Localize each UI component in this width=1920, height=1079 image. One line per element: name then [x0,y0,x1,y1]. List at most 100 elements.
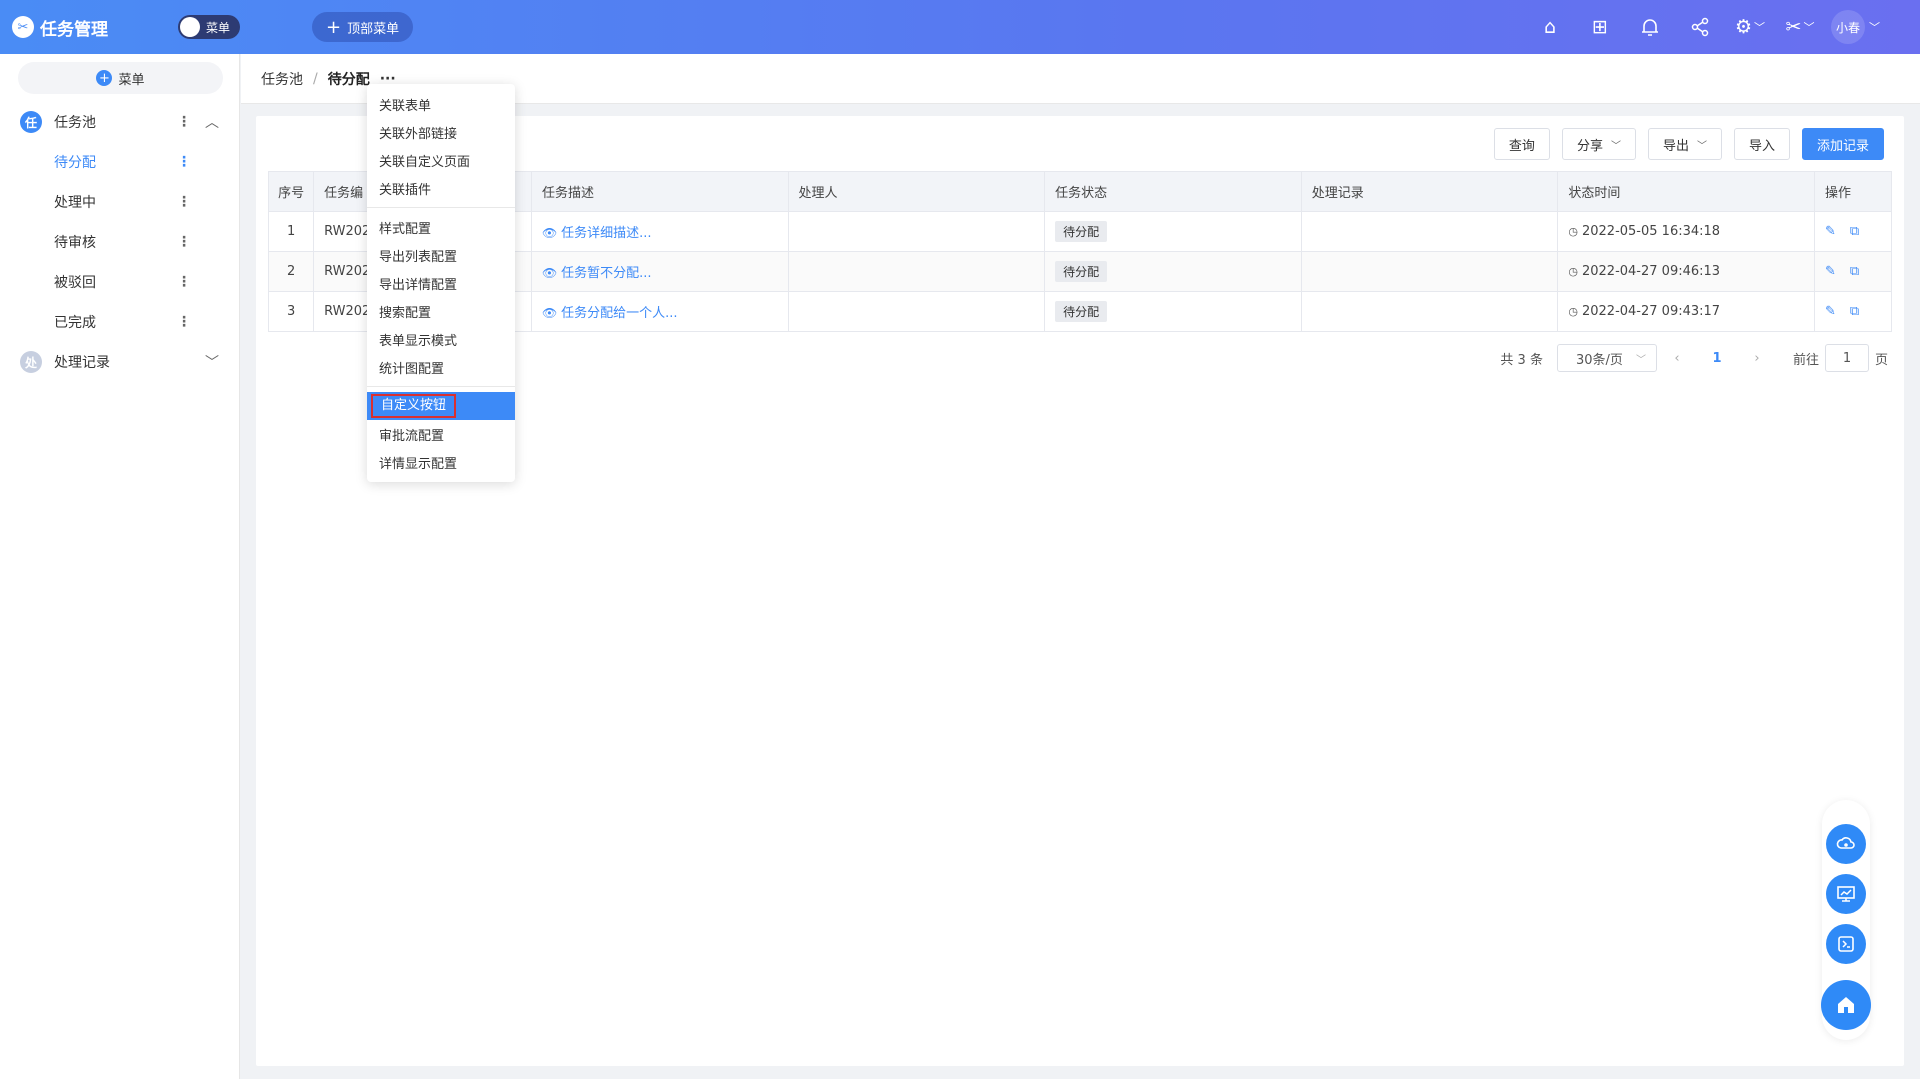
row-index: 2 [267,251,315,292]
add-record-button[interactable]: 添加记录 [1801,128,1884,160]
bell-icon[interactable] [1625,0,1675,54]
floating-action-panel [1821,800,1871,1040]
goto-label: 前往 [1792,352,1819,368]
sidebar-item-rejected[interactable]: 被驳回 ⋮ [0,262,239,302]
chevron-down-icon[interactable]: ﹀ [205,352,219,372]
sidebar: + 菜单 任 任务池 ⋮ ︿ 待分配 ⋮ 处理中 ⋮ 待审核 ⋮ 被驳回 ⋮ 已… [0,54,240,1079]
record-cell [1300,251,1559,292]
export-button[interactable]: 导出 ﹀ [1647,128,1722,160]
task-desc-link[interactable]: 任务暂不分配... [561,266,651,281]
detail-icon[interactable]: ⧉ [1850,224,1859,239]
page-unit: 页 [1874,352,1888,368]
prev-page-icon[interactable]: ‹ [1657,351,1697,366]
breadcrumb-current: 待分配 [327,71,370,88]
next-page-icon[interactable]: › [1737,351,1777,366]
menu-item-style-config[interactable]: 样式配置 [367,213,515,241]
clock-icon: ◷ [1568,305,1578,318]
sidebar-group-records[interactable]: 处 处理记录 ﹀ [0,342,239,382]
handler-cell [787,291,1046,332]
app-logo[interactable]: ✂ 任务管理 [12,15,162,40]
more-vertical-icon[interactable]: ⋮ [177,154,191,170]
more-vertical-icon[interactable]: ⋮ [177,234,191,250]
record-cell [1300,211,1559,252]
menu-item-custom-button[interactable]: 自定义按钮 [367,392,515,420]
menu-item-link-custom-page[interactable]: 关联自定义页面 [367,146,515,174]
menu-item-approval-flow-config[interactable]: 审批流配置 [367,420,515,448]
menu-item-search-config[interactable]: 搜索配置 [367,297,515,325]
menu-item-label: 自定义按钮 [371,394,457,418]
edit-icon[interactable]: ✎ [1825,224,1836,239]
task-desc-cell: 👁 任务暂不分配... [530,251,789,292]
sidebar-item-processing[interactable]: 处理中 ⋮ [0,182,239,222]
more-vertical-icon[interactable]: ⋮ [177,314,191,330]
breadcrumb-root[interactable]: 任务池 [261,69,303,89]
time-cell: ◷ 2022-04-27 09:43:17 [1557,291,1815,332]
share-button[interactable]: 分享 ﹀ [1561,128,1636,160]
goto-page-input[interactable]: 1 [1824,344,1869,372]
task-code: RW202 [313,291,373,332]
menu-item-link-external[interactable]: 关联外部链接 [367,118,515,146]
task-desc-link[interactable]: 任务详细描述... [561,226,651,241]
settings-dropdown[interactable]: ⚙ ﹀ [1725,0,1775,54]
menu-item-detail-display-config[interactable]: 详情显示配置 [367,448,515,476]
app-title: 任务管理 [40,19,108,40]
task-desc-cell: 👁 任务详细描述... [530,211,789,252]
sidebar-item-pending[interactable]: 待分配 ⋮ [0,142,239,182]
chevron-up-icon[interactable]: ︿ [205,112,219,132]
import-button[interactable]: 导入 [1733,128,1790,160]
sidebar-group-task-pool[interactable]: 任 任务池 ⋮ ︿ [0,102,239,142]
status-badge: 待分配 [1055,261,1108,282]
share-icon[interactable] [1675,0,1725,54]
detail-icon[interactable]: ⧉ [1850,264,1859,279]
pagination: 共 3 条 30条/页 ﹀ ‹ 1 › 前往 1 页 [1500,344,1888,372]
handler-cell [787,251,1046,292]
cloud-gear-icon[interactable] [1826,824,1866,864]
record-cell [1300,291,1559,332]
column-header: 状态时间 [1557,171,1815,212]
sidebar-item-completed[interactable]: 已完成 ⋮ [0,302,239,342]
chevron-down-icon: ﹀ [1610,140,1621,152]
terminal-icon[interactable] [1826,924,1866,964]
edit-icon[interactable]: ✎ [1825,304,1836,319]
top-menu-button[interactable]: + 顶部菜单 [312,12,414,42]
menu-item-form-display-mode[interactable]: 表单显示模式 [367,325,515,353]
column-header: 处理人 [787,171,1046,212]
user-menu[interactable]: 小春 ﹀ [1831,10,1880,44]
menu-divider [367,207,515,208]
home-icon[interactable]: ⌂ [1525,0,1575,54]
menu-divider [367,386,515,387]
avatar: 小春 [1831,10,1865,44]
page-size-select[interactable]: 30条/页 ﹀ [1556,344,1657,372]
sidebar-item-label: 待分配 [54,155,96,171]
edit-icon[interactable]: ✎ [1825,264,1836,279]
query-button[interactable]: 查询 [1493,128,1550,160]
detail-icon[interactable]: ⧉ [1850,304,1859,319]
tools-dropdown[interactable]: ✂ ﹀ [1775,0,1825,54]
menu-item-export-list-config[interactable]: 导出列表配置 [367,241,515,269]
chevron-down-icon: ﹀ [1696,140,1707,152]
sidebar-item-label: 被驳回 [54,275,96,291]
more-vertical-icon[interactable]: ⋮ [177,194,191,210]
house-icon[interactable] [1821,980,1871,1030]
menu-item-chart-config[interactable]: 统计图配置 [367,353,515,381]
config-dropdown-menu: 关联表单 关联外部链接 关联自定义页面 关联插件 样式配置 导出列表配置 导出详… [367,84,515,482]
menu-item-export-detail-config[interactable]: 导出详情配置 [367,269,515,297]
page-number[interactable]: 1 [1697,351,1737,366]
sidebar-add-menu-button[interactable]: + 菜单 [18,62,223,94]
task-code: RW202 [313,251,373,292]
menu-item-link-plugin[interactable]: 关联插件 [367,174,515,202]
more-vertical-icon[interactable]: ⋮ [177,274,191,290]
row-index: 3 [267,291,315,332]
share-label: 分享 [1576,138,1603,154]
sidebar-add-label: 菜单 [118,72,145,88]
task-desc-link[interactable]: 任务分配给一个人... [561,306,677,321]
apps-icon[interactable]: ⊞ [1575,0,1625,54]
sidebar-item-review[interactable]: 待审核 ⋮ [0,222,239,262]
menu-item-link-form[interactable]: 关联表单 [367,90,515,118]
more-vertical-icon[interactable]: ⋮ [177,114,191,130]
pagination-total: 共 3 条 [1500,352,1543,368]
row-index: 1 [267,211,315,252]
monitor-chart-icon[interactable] [1826,874,1866,914]
top-menu-label: 顶部菜单 [347,21,400,37]
menu-toggle[interactable]: 菜单 [178,15,240,39]
